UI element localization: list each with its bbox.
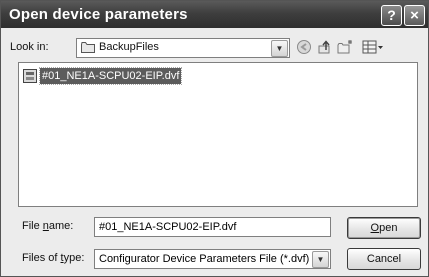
help-icon: ? bbox=[387, 7, 396, 23]
files-of-type-label: Files of type: bbox=[22, 252, 85, 264]
back-icon[interactable] bbox=[296, 39, 312, 55]
help-button[interactable]: ? bbox=[381, 5, 402, 26]
close-button[interactable]: × bbox=[404, 5, 425, 26]
open-button[interactable]: Open bbox=[347, 217, 421, 239]
close-icon: × bbox=[410, 7, 419, 24]
views-menu-icon[interactable] bbox=[362, 39, 384, 55]
look-in-label: Look in: bbox=[10, 41, 49, 53]
cancel-button[interactable]: Cancel bbox=[347, 248, 421, 270]
file-name: #01_NE1A-SCPU02-EIP.dvf bbox=[38, 67, 183, 85]
chevron-down-icon[interactable]: ▼ bbox=[271, 40, 288, 57]
open-dialog: Open device parameters ? × Look in: Back… bbox=[0, 0, 429, 277]
folder-icon bbox=[81, 42, 95, 53]
files-of-type-value: Configurator Device Parameters File (*.d… bbox=[99, 253, 310, 265]
up-folder-icon[interactable] bbox=[317, 39, 333, 55]
files-of-type-combo[interactable]: Configurator Device Parameters File (*.d… bbox=[94, 249, 331, 269]
title-bar[interactable]: Open device parameters ? × bbox=[1, 1, 428, 28]
look-in-combo[interactable]: BackupFiles ▼ bbox=[76, 38, 290, 58]
file-name-field[interactable]: #01_NE1A-SCPU02-EIP.dvf bbox=[94, 217, 331, 237]
new-folder-icon[interactable] bbox=[337, 39, 353, 55]
file-name-field-value: #01_NE1A-SCPU02-EIP.dvf bbox=[99, 221, 237, 233]
file-icon bbox=[23, 69, 37, 83]
file-name-label: File name: bbox=[22, 220, 74, 232]
file-list[interactable]: #01_NE1A-SCPU02-EIP.dvf bbox=[18, 62, 418, 207]
window-title: Open device parameters bbox=[9, 6, 188, 23]
chevron-down-icon[interactable]: ▼ bbox=[312, 251, 329, 268]
look-in-value: BackupFiles bbox=[99, 41, 159, 53]
